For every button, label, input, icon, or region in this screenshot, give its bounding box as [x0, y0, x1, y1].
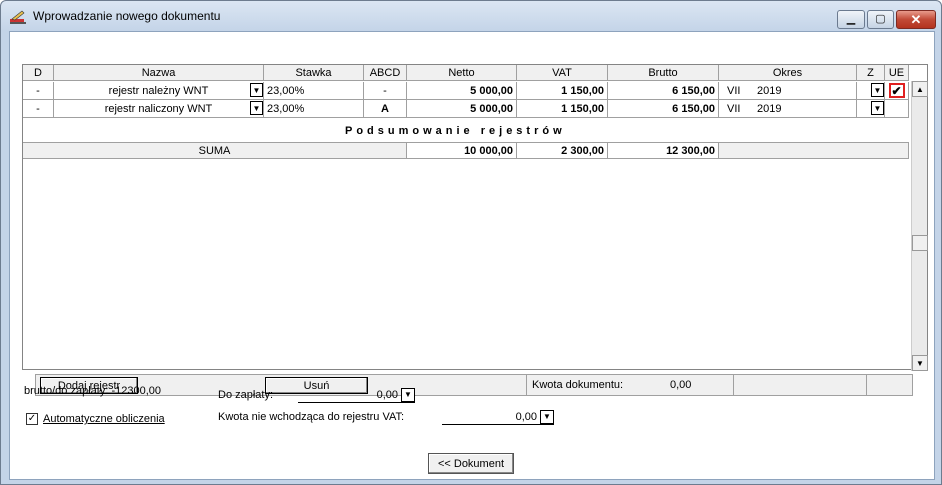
vertical-scrollbar[interactable]: ▲ ▼ [911, 81, 928, 371]
cell-nazwa-dropdown[interactable]: rejestr naliczony WNT ▼ [54, 100, 264, 118]
cell-okres[interactable]: VII 2019 [719, 82, 857, 100]
chevron-down-icon[interactable]: ▼ [401, 387, 415, 402]
cell-netto[interactable]: 5 000,00 [407, 100, 517, 118]
summary-netto: 10 000,00 [407, 142, 517, 159]
col-header-vat[interactable]: VAT [517, 65, 608, 81]
cell-d[interactable]: - [23, 82, 54, 100]
cell-ue[interactable]: ✔ [885, 82, 909, 100]
gross-to-pay-label: brutto/do zapłaty: -12300,00 [24, 385, 161, 397]
minimize-icon: ▁ [846, 13, 856, 25]
cell-ue[interactable] [885, 100, 909, 118]
scroll-up-button[interactable]: ▲ [912, 81, 928, 97]
table-row[interactable]: - rejestr należny WNT ▼ 23,00% - 5 000,0… [23, 82, 909, 100]
document-amount-value: 0,00 [670, 379, 692, 391]
chevron-down-icon[interactable]: ▼ [250, 83, 263, 97]
col-header-ue[interactable]: UE [885, 65, 909, 81]
auto-calc-checkbox[interactable]: ✓ [26, 413, 38, 425]
summary-vat: 2 300,00 [517, 142, 608, 159]
document-amount-label: Kwota dokumentu: [532, 379, 624, 391]
chevron-down-icon[interactable]: ▼ [871, 83, 884, 97]
cell-stawka[interactable]: 23,00% [264, 82, 364, 100]
cell-brutto[interactable]: 6 150,00 [608, 100, 719, 118]
col-header-z[interactable]: Z [857, 65, 885, 81]
to-pay-combo[interactable]: 0,00 ▼ [298, 387, 415, 403]
col-header-d[interactable]: D [23, 65, 54, 81]
back-to-document-button[interactable]: << Dokument [428, 453, 514, 474]
non-vat-amount-value: 0,00 [515, 410, 537, 423]
maximize-icon: ▢ [875, 13, 886, 25]
cell-abcd[interactable]: A [364, 100, 407, 118]
col-header-abcd[interactable]: ABCD [364, 65, 407, 81]
summary-label: SUMA [23, 142, 407, 159]
cell-netto[interactable]: 5 000,00 [407, 82, 517, 100]
grid-header: D Nazwa Stawka ABCD Netto VAT Brutto Okr… [23, 65, 909, 81]
to-pay-label: Do zapłaty: [218, 389, 274, 401]
chevron-down-icon[interactable]: ▼ [250, 101, 263, 115]
cell-brutto[interactable]: 6 150,00 [608, 82, 719, 100]
okres-year: 2019 [757, 102, 782, 115]
cell-vat[interactable]: 1 150,00 [517, 100, 608, 118]
arrow-down-icon: ▼ [916, 358, 924, 368]
summary-filler [719, 142, 909, 159]
cell-d[interactable]: - [23, 100, 54, 118]
chevron-down-icon[interactable]: ▼ [871, 101, 884, 115]
minimize-button[interactable]: ▁ [837, 10, 865, 29]
title-bar[interactable]: Wprowadzanie nowego dokumentu ▁ ▢ ✕ [1, 1, 941, 31]
okres-month: VII [727, 102, 741, 115]
cell-z-dropdown[interactable]: ▼ [857, 100, 885, 118]
close-icon: ✕ [910, 12, 922, 27]
cell-nazwa-text: rejestr naliczony WNT [104, 102, 213, 115]
divider [733, 375, 734, 395]
auto-calc-label[interactable]: Automatyczne obliczenia [43, 413, 165, 425]
okres-month: VII [727, 84, 741, 97]
col-header-netto[interactable]: Netto [407, 65, 517, 81]
table-row[interactable]: - rejestr naliczony WNT ▼ 23,00% A 5 000… [23, 100, 909, 118]
summary-title: Podsumowanie rejestrów [345, 125, 566, 137]
checkmark-icon: ✓ [27, 413, 37, 424]
grid-action-bar: Dodaj rejestr Usuń Kwota dokumentu: 0,00 [35, 374, 913, 396]
cell-z-dropdown[interactable]: ▼ [857, 82, 885, 100]
okres-year: 2019 [757, 84, 782, 97]
scroll-thumb[interactable] [912, 235, 928, 251]
client-area: D Nazwa Stawka ABCD Netto VAT Brutto Okr… [9, 31, 935, 480]
col-header-nazwa[interactable]: Nazwa [54, 65, 264, 81]
cell-okres[interactable]: VII 2019 [719, 100, 857, 118]
register-grid: D Nazwa Stawka ABCD Netto VAT Brutto Okr… [22, 64, 928, 396]
cell-stawka[interactable]: 23,00% [264, 100, 364, 118]
cell-nazwa-dropdown[interactable]: rejestr należny WNT ▼ [54, 82, 264, 100]
divider [866, 375, 867, 395]
close-button[interactable]: ✕ [896, 10, 936, 29]
col-header-brutto[interactable]: Brutto [608, 65, 719, 81]
scroll-down-button[interactable]: ▼ [912, 355, 928, 371]
to-pay-value: 0,00 [376, 388, 398, 401]
summary-brutto: 12 300,00 [608, 142, 719, 159]
window-title: Wprowadzanie nowego dokumentu [33, 9, 221, 23]
non-vat-amount-label: Kwota nie wchodząca do rejestru VAT: [218, 411, 405, 423]
app-pencil-icon [10, 10, 26, 24]
summary-row: SUMA 10 000,00 2 300,00 12 300,00 [23, 142, 909, 159]
arrow-up-icon: ▲ [916, 84, 924, 94]
col-header-okres[interactable]: Okres [719, 65, 857, 81]
chevron-down-icon[interactable]: ▼ [540, 409, 554, 424]
non-vat-amount-combo[interactable]: 0,00 ▼ [442, 409, 554, 425]
maximize-button[interactable]: ▢ [867, 10, 894, 29]
main-window: Wprowadzanie nowego dokumentu ▁ ▢ ✕ D Na… [0, 0, 942, 485]
col-header-stawka[interactable]: Stawka [264, 65, 364, 81]
cell-vat[interactable]: 1 150,00 [517, 82, 608, 100]
ue-checkmark-icon[interactable]: ✔ [888, 83, 905, 98]
cell-nazwa-text: rejestr należny WNT [108, 84, 209, 97]
cell-abcd[interactable]: - [364, 82, 407, 100]
divider [526, 375, 527, 395]
